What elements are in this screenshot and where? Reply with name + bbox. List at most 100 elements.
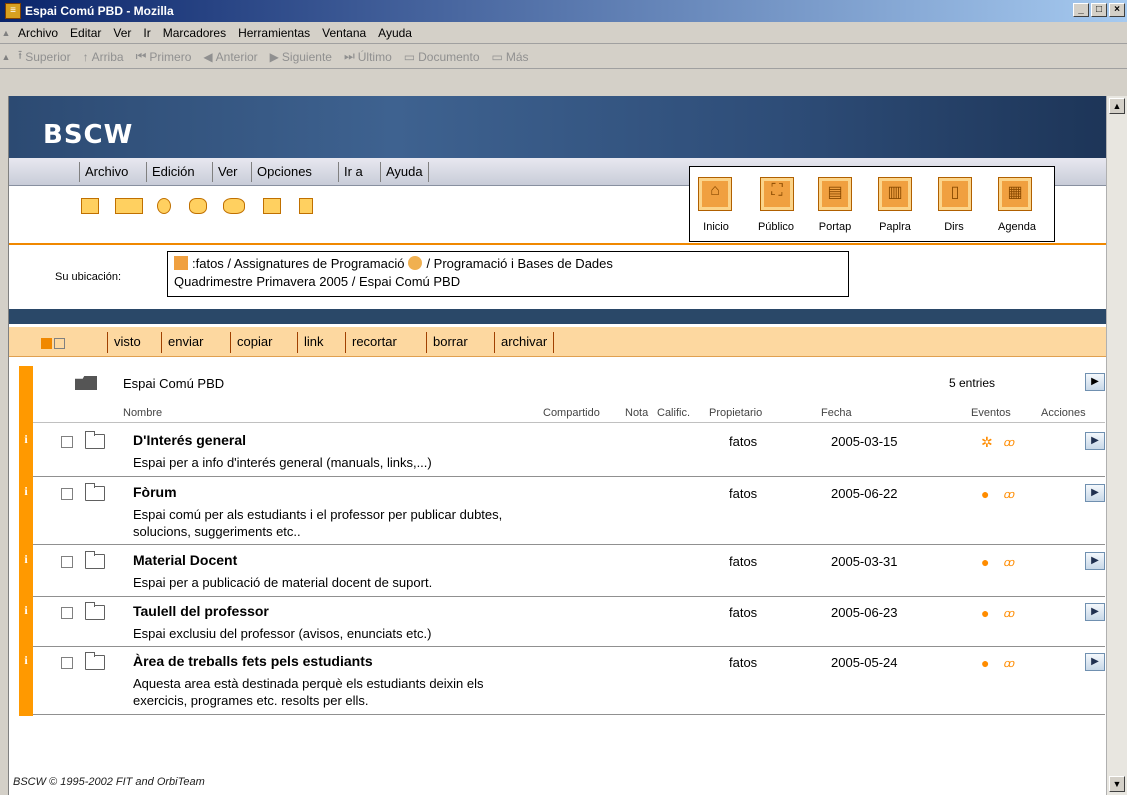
breadcrumb-path-1[interactable]: :fatos / Assignatures de Programació bbox=[192, 256, 404, 271]
read-event-icon[interactable]: ꝏ bbox=[1003, 657, 1014, 670]
folder-icon[interactable] bbox=[85, 652, 105, 670]
app-menu-archivo[interactable]: Archivo bbox=[79, 162, 133, 182]
members-icon[interactable] bbox=[189, 198, 207, 214]
row-owner[interactable]: fatos bbox=[729, 655, 757, 670]
change-event-icon[interactable]: ● bbox=[981, 554, 989, 570]
change-event-icon[interactable]: ● bbox=[981, 605, 989, 621]
row-checkbox[interactable] bbox=[61, 607, 73, 619]
folder-icon[interactable] bbox=[85, 483, 105, 501]
read-event-icon[interactable]: ꝏ bbox=[1003, 607, 1014, 620]
info-icon[interactable]: i bbox=[19, 432, 33, 447]
action-recortar[interactable]: recortar bbox=[345, 332, 403, 353]
new-event-icon[interactable]: ✲ bbox=[981, 434, 993, 451]
clipboard-label[interactable]: Portap bbox=[805, 221, 865, 233]
info-icon[interactable]: i bbox=[19, 653, 33, 668]
col-calific[interactable]: Calific. bbox=[657, 407, 690, 419]
maximize-button[interactable]: □ bbox=[1091, 3, 1107, 17]
row-owner[interactable]: fatos bbox=[729, 554, 757, 569]
menu-ir[interactable]: Ir bbox=[137, 26, 156, 40]
wastebasket-label[interactable]: Paplra bbox=[865, 221, 925, 233]
app-menu-ir-a[interactable]: Ir a bbox=[338, 162, 368, 182]
deselect-all-icon[interactable] bbox=[54, 338, 65, 349]
read-event-icon[interactable]: ꝏ bbox=[1003, 556, 1014, 569]
info-icon[interactable]: i bbox=[19, 484, 33, 499]
nav-arriba[interactable]: ↑ Arriba bbox=[77, 50, 130, 64]
menu-ayuda[interactable]: Ayuda bbox=[372, 26, 418, 40]
home-icon[interactable] bbox=[174, 256, 188, 270]
col-compartido[interactable]: Compartido bbox=[543, 407, 600, 419]
read-event-icon[interactable]: ꝏ bbox=[1003, 488, 1014, 501]
menu-archivo[interactable]: Archivo bbox=[12, 26, 64, 40]
breadcrumb-path-2[interactable]: / Programació i Bases de Dades bbox=[426, 256, 612, 271]
nav-anterior[interactable]: ◀ Anterior bbox=[197, 50, 263, 64]
col-propietario[interactable]: Propietario bbox=[709, 407, 762, 419]
app-menu-ayuda[interactable]: Ayuda bbox=[380, 162, 429, 182]
clipboard-icon[interactable]: ▤ bbox=[818, 177, 852, 211]
vertical-scrollbar[interactable]: ▲ ▼ bbox=[1106, 96, 1127, 795]
new-folder-icon[interactable] bbox=[263, 198, 281, 214]
row-name[interactable]: Fòrum bbox=[133, 484, 177, 500]
members-icon[interactable] bbox=[408, 256, 423, 270]
agenda-icon[interactable]: ▦ bbox=[998, 177, 1032, 211]
directory-icon[interactable]: ▯ bbox=[938, 177, 972, 211]
menu-herramientas[interactable]: Herramientas bbox=[232, 26, 316, 40]
col-eventos[interactable]: Eventos bbox=[971, 407, 1011, 419]
row-owner[interactable]: fatos bbox=[729, 434, 757, 449]
action-archivar[interactable]: archivar bbox=[494, 332, 555, 353]
minimize-button[interactable]: _ bbox=[1073, 3, 1089, 17]
row-checkbox[interactable] bbox=[61, 556, 73, 568]
row-checkbox[interactable] bbox=[61, 488, 73, 500]
row-checkbox[interactable] bbox=[61, 436, 73, 448]
new-document-icon[interactable] bbox=[299, 198, 313, 214]
folder-icon[interactable] bbox=[85, 551, 105, 569]
close-button[interactable]: × bbox=[1109, 3, 1125, 17]
app-menu-edicion[interactable]: Edición bbox=[146, 162, 200, 182]
change-event-icon[interactable]: ● bbox=[981, 486, 989, 502]
row-actions-button[interactable]: ▶ bbox=[1085, 432, 1105, 450]
agenda-label[interactable]: Agenda bbox=[987, 221, 1047, 233]
nav-primero[interactable]: ⏮ Primero bbox=[130, 49, 198, 64]
discussion-icon[interactable] bbox=[223, 198, 245, 214]
sidebar-splitter[interactable] bbox=[0, 96, 8, 795]
public-label[interactable]: Público bbox=[746, 221, 806, 233]
nav-superior[interactable]: ⭱ Superior bbox=[12, 46, 77, 67]
folder-icon[interactable] bbox=[85, 602, 105, 620]
col-acciones[interactable]: Acciones bbox=[1041, 407, 1086, 419]
folder-actions-button[interactable]: ▶ bbox=[1085, 373, 1105, 391]
wastebasket-icon[interactable]: ▥ bbox=[878, 177, 912, 211]
directory-label[interactable]: Dirs bbox=[924, 221, 984, 233]
send-icon[interactable] bbox=[115, 198, 143, 214]
nav-documento[interactable]: ▭ Documento bbox=[398, 50, 486, 64]
home-icon[interactable]: ⌂ bbox=[698, 177, 732, 211]
search-icon[interactable] bbox=[157, 198, 171, 214]
toolbar-grip-icon[interactable]: ▲ bbox=[0, 52, 12, 62]
home-label[interactable]: Inicio bbox=[686, 221, 746, 233]
read-event-icon[interactable]: ꝏ bbox=[1003, 436, 1014, 449]
app-menu-ver[interactable]: Ver bbox=[212, 162, 243, 182]
row-actions-button[interactable]: ▶ bbox=[1085, 653, 1105, 671]
col-nombre[interactable]: Nombre bbox=[123, 407, 162, 419]
app-menu-opciones[interactable]: Opciones bbox=[251, 162, 317, 182]
info-icon[interactable]: i bbox=[19, 603, 33, 618]
row-actions-button[interactable]: ▶ bbox=[1085, 552, 1105, 570]
scroll-up-icon[interactable]: ▲ bbox=[1109, 98, 1125, 114]
col-fecha[interactable]: Fecha bbox=[821, 407, 852, 419]
nav-mas[interactable]: ▭ Más bbox=[486, 50, 535, 64]
nav-ultimo[interactable]: ⏭ Último bbox=[338, 49, 398, 64]
change-event-icon[interactable]: ● bbox=[981, 655, 989, 671]
row-name[interactable]: Àrea de treballs fets pels estudiants bbox=[133, 653, 373, 669]
info-icon[interactable] bbox=[81, 198, 99, 214]
menu-ver[interactable]: Ver bbox=[107, 26, 137, 40]
breadcrumb-path-3[interactable]: Quadrimestre Primavera 2005 / Espai Comú… bbox=[174, 274, 460, 289]
scroll-down-icon[interactable]: ▼ bbox=[1109, 776, 1125, 792]
action-link[interactable]: link bbox=[297, 332, 330, 353]
row-checkbox[interactable] bbox=[61, 657, 73, 669]
nav-siguiente[interactable]: ▶ Siguiente bbox=[264, 50, 338, 64]
info-icon[interactable]: i bbox=[19, 552, 33, 567]
col-nota[interactable]: Nota bbox=[625, 407, 648, 419]
menu-editar[interactable]: Editar bbox=[64, 26, 107, 40]
action-copiar[interactable]: copiar bbox=[230, 332, 278, 353]
row-owner[interactable]: fatos bbox=[729, 486, 757, 501]
folder-icon[interactable] bbox=[85, 431, 105, 449]
menu-marcadores[interactable]: Marcadores bbox=[157, 26, 232, 40]
